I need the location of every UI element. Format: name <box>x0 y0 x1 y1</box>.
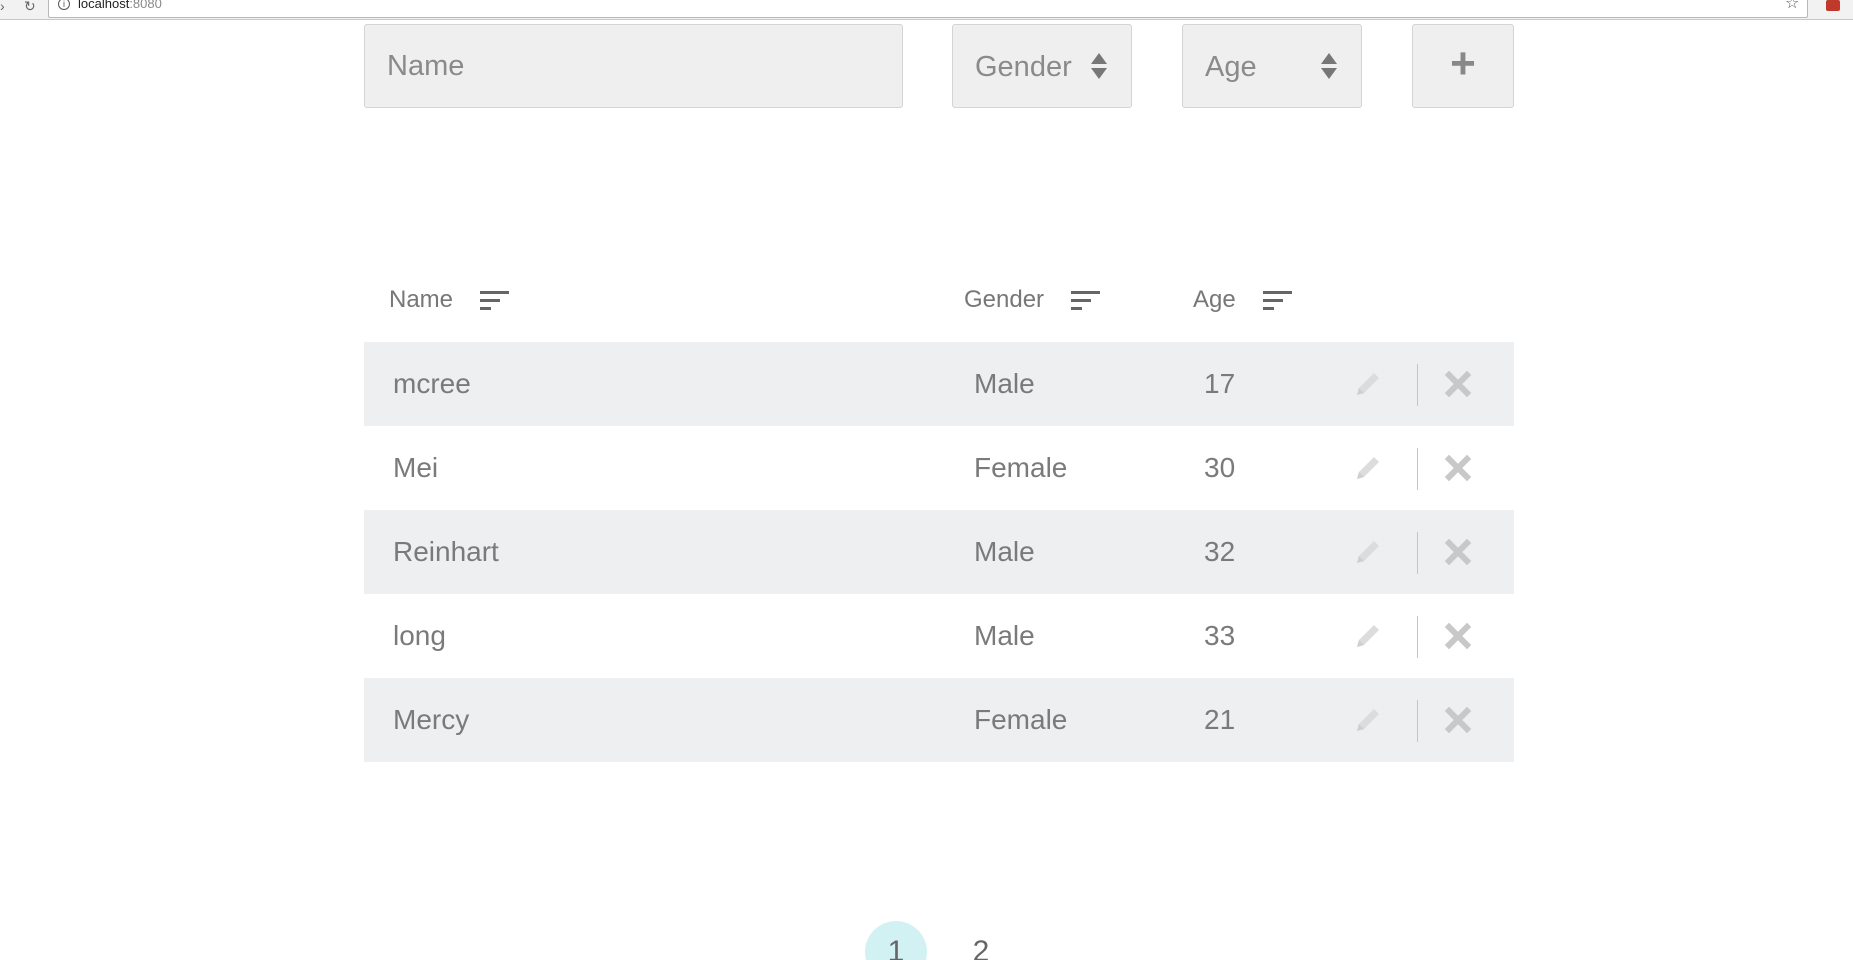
pagination: 1 2 <box>0 921 1853 960</box>
add-button[interactable]: + <box>1412 24 1514 108</box>
table-row: Mercy Female 21 <box>364 678 1514 762</box>
cell-gender: Male <box>974 536 1035 567</box>
page-button-2[interactable]: 2 <box>950 921 1012 960</box>
pencil-icon[interactable] <box>1351 367 1385 401</box>
column-header-label: Gender <box>964 286 1045 313</box>
sort-icon[interactable] <box>1262 289 1292 311</box>
name-field[interactable] <box>364 24 903 108</box>
sort-icon[interactable] <box>1071 289 1101 311</box>
cell-age: 30 <box>1204 452 1236 483</box>
url-port: :8080 <box>129 0 162 11</box>
url-host: localhost <box>78 0 130 11</box>
cell-name: long <box>393 620 446 651</box>
name-input[interactable] <box>365 25 902 107</box>
cell-gender: Female <box>974 452 1068 483</box>
pencil-icon[interactable] <box>1351 451 1385 485</box>
close-icon[interactable] <box>1442 704 1474 736</box>
plus-icon: + <box>1450 39 1476 89</box>
cell-age: 17 <box>1204 368 1236 399</box>
cell-gender: Male <box>974 620 1035 651</box>
close-icon[interactable] <box>1442 620 1474 652</box>
table-row: mcree Male 17 <box>364 342 1514 426</box>
cell-age: 21 <box>1204 704 1236 735</box>
page-button-1[interactable]: 1 <box>865 921 927 960</box>
pencil-icon[interactable] <box>1351 535 1385 569</box>
column-header-gender[interactable]: Gender <box>964 270 1101 330</box>
table-header: Name Gender Age <box>0 270 1853 330</box>
select-arrows-icon <box>1321 53 1337 81</box>
age-select-label: Age <box>1205 51 1257 83</box>
gender-select[interactable]: Gender <box>952 24 1132 108</box>
browser-toolbar: › ↻ i localhost:8080 ☆ <box>0 0 1853 20</box>
table-row: Mei Female 30 <box>364 426 1514 510</box>
close-icon[interactable] <box>1442 452 1474 484</box>
reload-icon[interactable]: ↻ <box>24 0 36 13</box>
action-divider <box>1417 616 1418 658</box>
cell-gender: Female <box>974 704 1068 735</box>
action-divider <box>1417 532 1418 574</box>
close-icon[interactable] <box>1442 368 1474 400</box>
cell-name: Mercy <box>393 704 470 735</box>
cell-age: 33 <box>1204 620 1236 651</box>
cell-name: Mei <box>393 452 439 483</box>
pencil-icon[interactable] <box>1351 703 1385 737</box>
cell-name: mcree <box>393 368 471 399</box>
column-header-age[interactable]: Age <box>1193 270 1292 330</box>
select-arrows-icon <box>1091 53 1107 81</box>
column-header-label: Age <box>1193 286 1236 313</box>
action-divider <box>1417 700 1418 742</box>
gender-select-label: Gender <box>975 51 1072 83</box>
address-bar[interactable] <box>48 0 1808 18</box>
column-header-label: Name <box>389 286 454 313</box>
forward-icon[interactable]: › <box>0 0 5 13</box>
cell-gender: Male <box>974 368 1035 399</box>
url-text[interactable]: localhost:8080 <box>78 0 162 10</box>
add-person-form: Gender Age + <box>0 24 1853 108</box>
action-divider <box>1417 364 1418 406</box>
cell-age: 32 <box>1204 536 1236 567</box>
age-select[interactable]: Age <box>1182 24 1362 108</box>
pencil-icon[interactable] <box>1351 619 1385 653</box>
table-row: Reinhart Male 32 <box>364 510 1514 594</box>
cell-name: Reinhart <box>393 536 499 567</box>
table-body: mcree Male 17 Mei Female 30 Reinhart Mal… <box>364 342 1514 762</box>
column-header-name[interactable]: Name <box>389 270 510 330</box>
sort-icon[interactable] <box>480 289 510 311</box>
table-row: long Male 33 <box>364 594 1514 678</box>
close-icon[interactable] <box>1442 536 1474 568</box>
extension-icon[interactable] <box>1826 0 1840 11</box>
action-divider <box>1417 448 1418 490</box>
bookmark-star-icon[interactable]: ☆ <box>1785 0 1799 12</box>
